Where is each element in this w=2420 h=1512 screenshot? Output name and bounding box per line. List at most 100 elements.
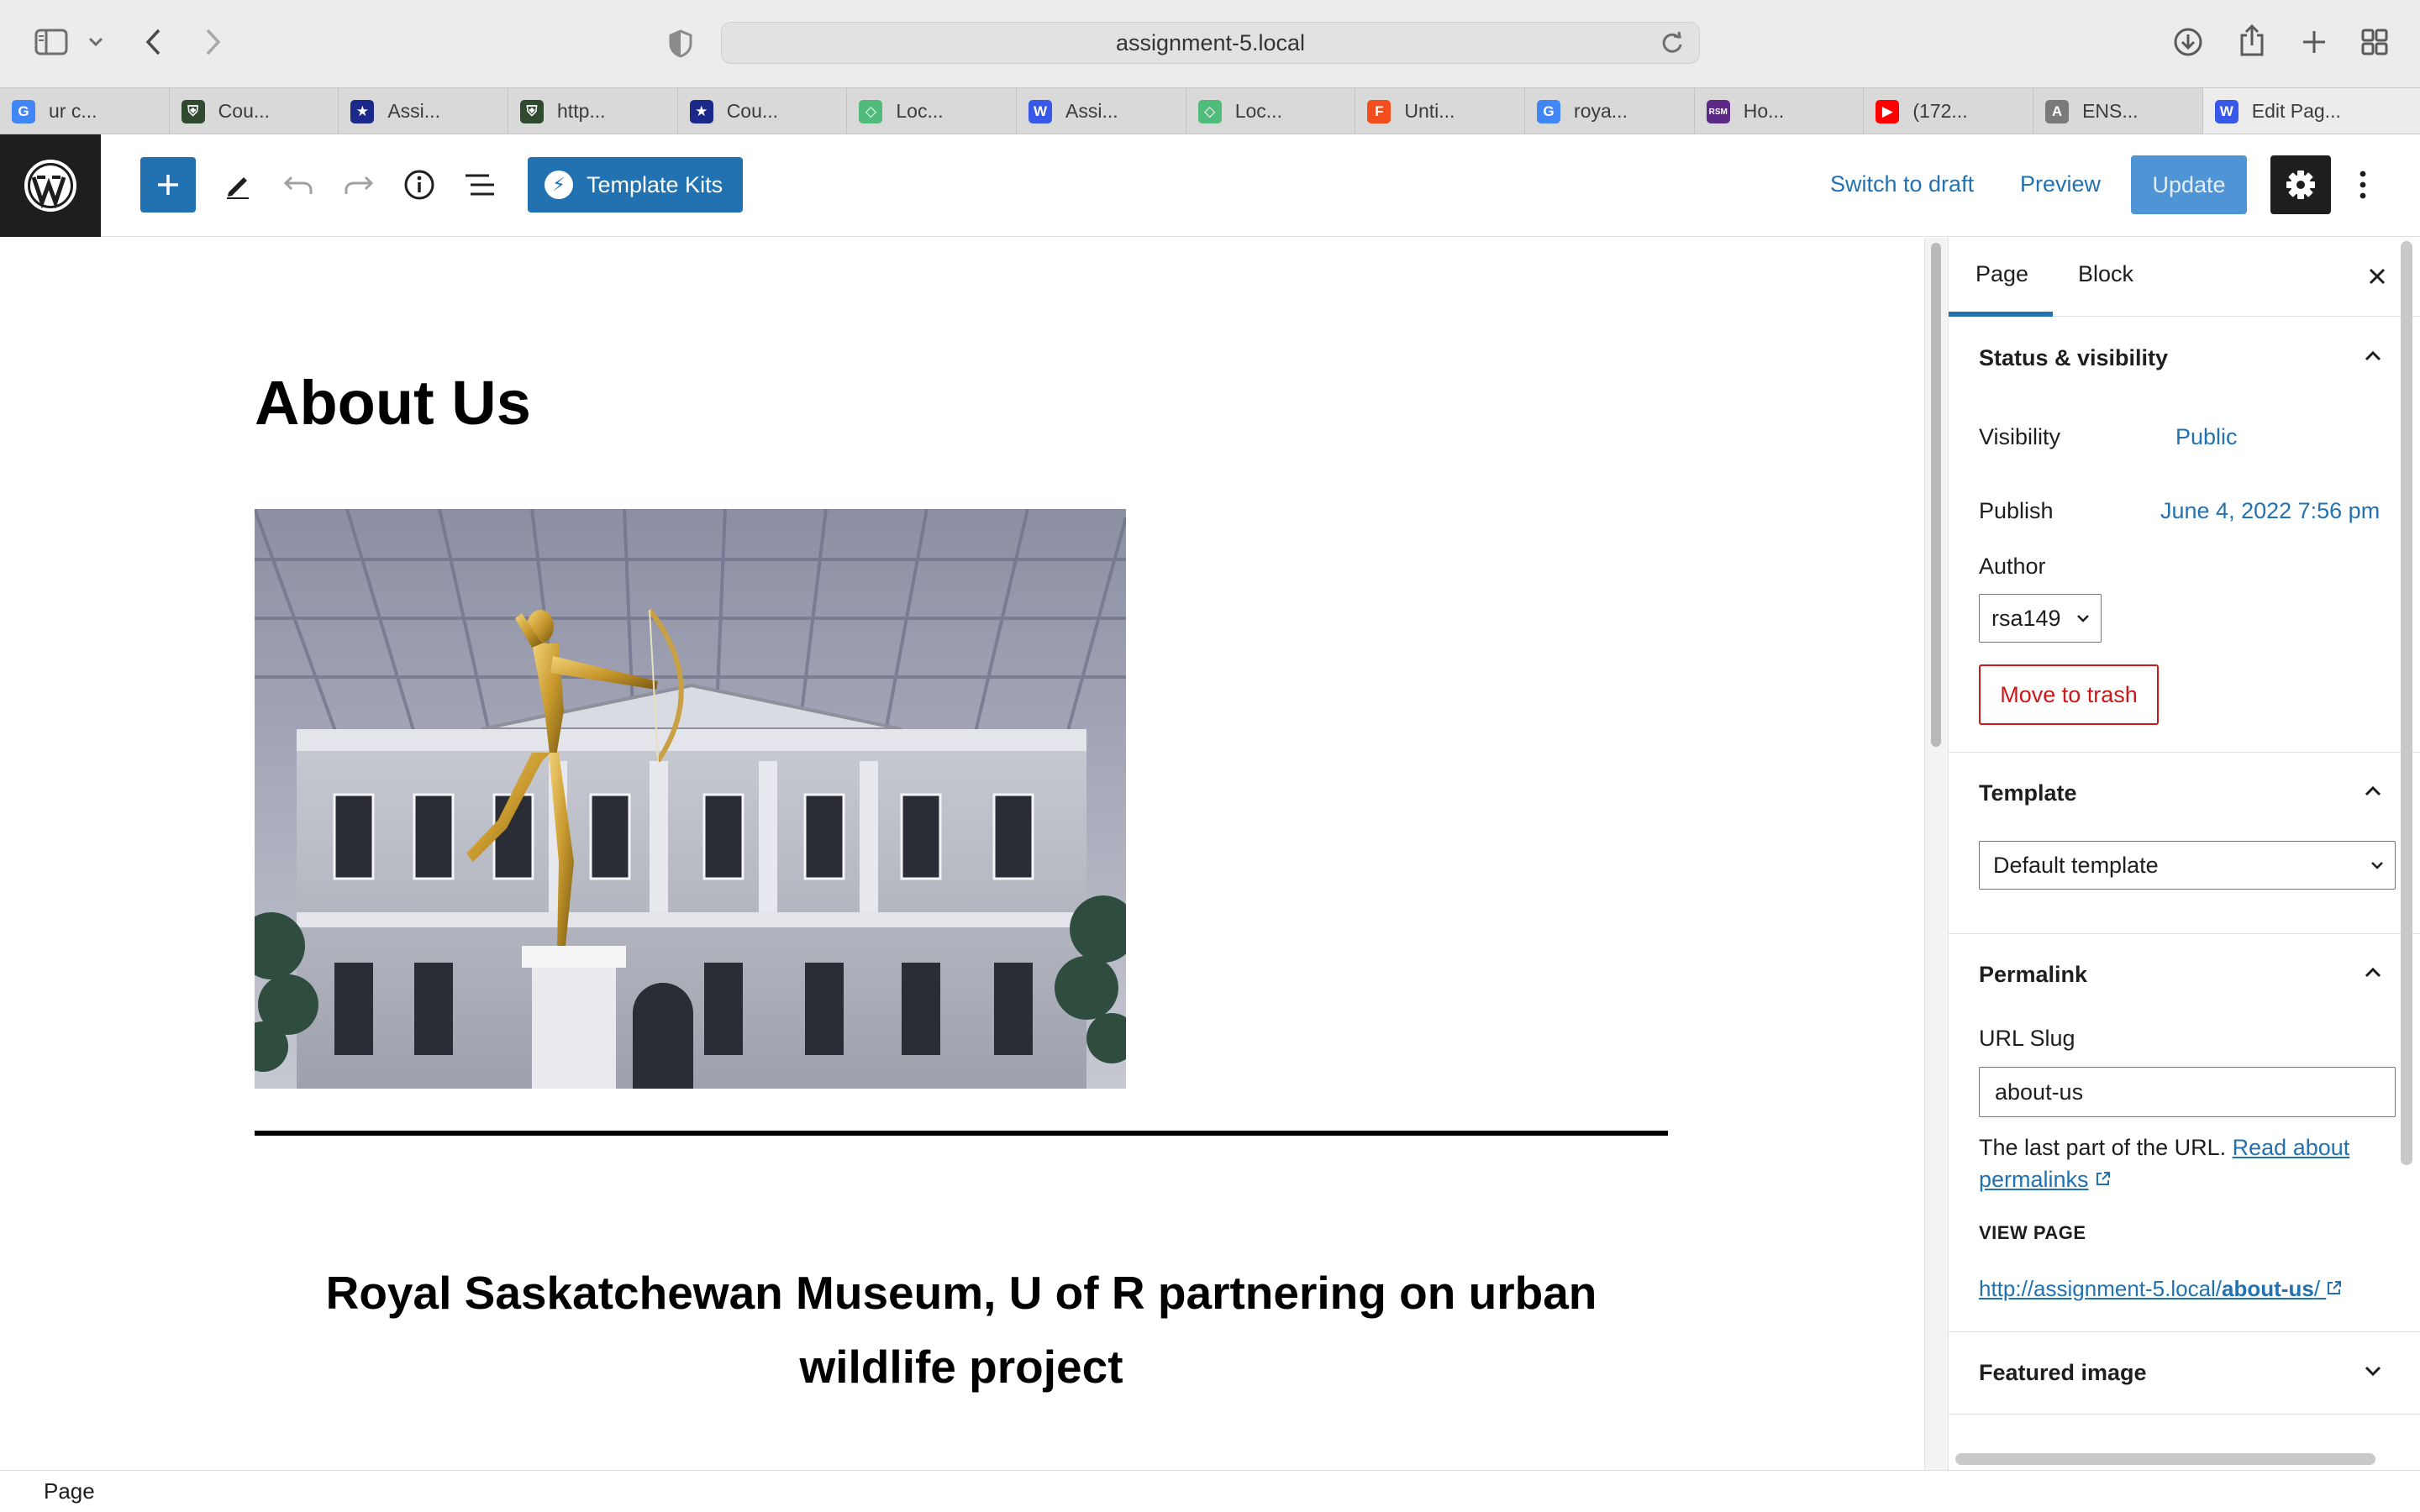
redo-icon (345, 176, 374, 194)
publish-date-toggle[interactable]: June 4, 2022 7:56 pm (2160, 498, 2380, 524)
visibility-label: Visibility (1979, 424, 2061, 449)
chevron-up-icon[interactable] (2360, 960, 2386, 985)
elementor-kit-icon: ⚡ (544, 171, 573, 199)
template-select[interactable]: Default template (1979, 841, 2396, 890)
chevron-down-icon[interactable] (2360, 1358, 2386, 1383)
browser-tab-label: Unti... (1404, 99, 1455, 122)
featured-image-panel-title[interactable]: Featured image (1979, 1360, 2147, 1386)
close-icon[interactable] (2360, 260, 2394, 293)
view-url-slug: about-us (2222, 1276, 2314, 1301)
download-icon[interactable] (2171, 25, 2205, 59)
template-kits-button[interactable]: ⚡ Template Kits (528, 157, 743, 213)
forward-arrow-icon[interactable] (197, 25, 230, 59)
back-arrow-icon[interactable] (136, 25, 170, 59)
youtube-icon: ▶ (1876, 100, 1900, 123)
gear-icon (2286, 171, 2315, 199)
browser-tab[interactable]: F Unti... (1355, 88, 1526, 134)
settings-button[interactable] (2270, 155, 2331, 214)
tab-overview-icon[interactable] (2358, 25, 2391, 59)
star-shield-icon: ★ (350, 100, 375, 123)
sidebar-vertical-scrollbar[interactable] (2401, 241, 2412, 1165)
undo-button[interactable] (276, 162, 321, 207)
local-diamond-icon: ◇ (859, 100, 883, 123)
browser-tab[interactable]: ▶ (172... (1864, 88, 2034, 134)
redo-button[interactable] (336, 162, 381, 207)
browser-toolbar: assignment-5.local (0, 0, 2420, 87)
browser-tab[interactable]: Gur c... (0, 88, 170, 134)
template-panel-title[interactable]: Template (1979, 780, 2077, 806)
wordpress-icon: W (2214, 100, 2238, 123)
browser-tab-active[interactable]: W Edit Pag... (2202, 88, 2420, 134)
chevron-down-icon (2371, 862, 2383, 869)
heading-block[interactable]: Royal Saskatchewan Museum, U of R partne… (255, 1256, 1668, 1404)
pencil-tools-button[interactable] (215, 162, 260, 207)
browser-tab-label: ENS... (2082, 99, 2139, 122)
author-label: Author (1979, 554, 2046, 579)
permalink-panel-title[interactable]: Permalink (1979, 962, 2087, 988)
rsm-icon: RSM (1706, 100, 1730, 123)
sidebar-toggle-icon[interactable] (30, 25, 72, 59)
tab-page[interactable]: Page (1975, 261, 2028, 287)
update-button[interactable]: Update (2131, 155, 2247, 214)
browser-tab[interactable]: ★ Cou... (678, 88, 848, 134)
address-text: assignment-5.local (1115, 29, 1306, 55)
chevron-up-icon[interactable] (2360, 344, 2386, 369)
view-url-prefix: http://assignment-5.local/ (1979, 1276, 2223, 1301)
details-button[interactable] (397, 162, 442, 207)
browser-tab-label: Assi... (1065, 99, 1118, 122)
publish-label: Publish (1979, 498, 2054, 523)
switch-to-draft-button[interactable]: Switch to draft (1830, 171, 1974, 197)
canvas-scrollbar-thumb[interactable] (1931, 243, 1941, 747)
browser-tab[interactable]: ◇ Loc... (1186, 88, 1356, 134)
visibility-toggle[interactable]: Public (2175, 424, 2238, 450)
page-title[interactable]: About Us (255, 367, 531, 438)
add-block-button[interactable] (140, 157, 196, 213)
browser-tab[interactable]: ⛨ Cou... (170, 88, 339, 134)
canvas-scrollbar[interactable] (1924, 238, 1948, 1470)
preview-button[interactable]: Preview (2020, 171, 2101, 197)
chevron-down-icon[interactable] (84, 30, 108, 54)
browser-tab[interactable]: A ENS... (2033, 88, 2203, 134)
wordpress-logo-icon[interactable] (0, 134, 101, 237)
wordpress-icon: W (1028, 100, 1053, 123)
tab-block[interactable]: Block (2078, 261, 2133, 287)
browser-tab[interactable]: ◇ Loc... (847, 88, 1018, 134)
tab-strip: Gur c... ⛨ Cou... ★ Assi... ⛨ http... ★ Cou... ◇ L… (0, 87, 2420, 134)
plus-icon (158, 175, 178, 195)
view-page-label: VIEW PAGE (1979, 1222, 2086, 1243)
info-icon (404, 170, 434, 200)
address-bar[interactable]: assignment-5.local (721, 22, 1700, 64)
more-options-button[interactable] (2346, 155, 2380, 214)
browser-tab[interactable]: ⛨ http... (508, 88, 678, 134)
panel-divider (1949, 752, 2420, 753)
undo-icon (283, 176, 313, 194)
author-select[interactable]: rsa149 (1979, 594, 2102, 643)
browser-tab[interactable]: RSM Ho... (1695, 88, 1865, 134)
crest-icon: ⛨ (181, 100, 205, 123)
move-to-trash-button[interactable]: Move to trash (1979, 664, 2159, 725)
browser-tab-label: Assi... (387, 99, 440, 122)
url-slug-input[interactable] (1979, 1067, 2396, 1117)
browser-tab[interactable]: W Assi... (1017, 88, 1186, 134)
new-tab-icon[interactable] (2297, 25, 2331, 59)
sidebar-horizontal-scrollbar[interactable] (1955, 1453, 2375, 1465)
permalink-help-text: The last part of the URL. Read about per… (1979, 1131, 2382, 1195)
browser-tab-label: Loc... (896, 99, 944, 122)
template-value: Default template (1993, 852, 2159, 878)
share-icon[interactable] (2235, 22, 2269, 59)
status-visibility-title[interactable]: Status & visibility (1979, 345, 2168, 371)
privacy-shield-icon[interactable] (664, 27, 697, 60)
view-url-suffix: / (2313, 1276, 2321, 1301)
museum-statue-image[interactable] (255, 509, 1126, 1089)
chevron-up-icon[interactable] (2360, 779, 2386, 804)
browser-tab[interactable]: Groya... (1525, 88, 1695, 134)
local-diamond-icon: ◇ (1197, 100, 1222, 123)
breadcrumb-page[interactable]: Page (44, 1478, 95, 1504)
view-page-link[interactable]: http://assignment-5.local/about-us/ (1979, 1276, 2343, 1302)
list-view-button[interactable] (457, 162, 502, 207)
separator-block[interactable] (255, 1131, 1668, 1136)
reload-icon[interactable] (1660, 31, 1684, 60)
external-link-icon (2328, 1281, 2342, 1294)
google-icon: G (1537, 100, 1561, 123)
browser-tab[interactable]: ★ Assi... (339, 88, 509, 134)
